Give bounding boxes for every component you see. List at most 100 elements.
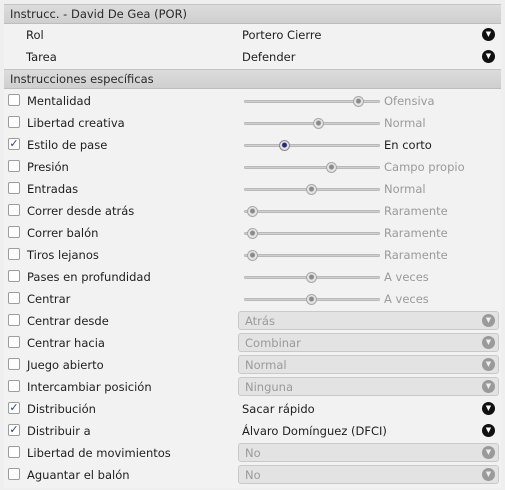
instruction-row: Pases en profundidad A veces	[4, 266, 501, 288]
slider-handle[interactable]	[306, 294, 317, 305]
instruction-checkbox[interactable]	[8, 248, 20, 260]
instruction-dropdown[interactable]: No ▼	[238, 443, 499, 462]
instruction-slider[interactable]	[244, 272, 380, 283]
instruction-checkbox[interactable]	[8, 160, 20, 172]
dropdown-value: Normal	[245, 358, 287, 372]
instruction-row: Libertad de movimientos No ▼	[4, 442, 501, 464]
duty-row[interactable]: Tarea Defender ▼	[4, 46, 501, 68]
instruction-label: Correr balón	[27, 226, 99, 240]
instruction-checkbox[interactable]	[8, 468, 20, 480]
instruction-label: Juego abierto	[27, 358, 104, 372]
instruction-slider[interactable]	[244, 184, 380, 195]
instruction-slider[interactable]	[244, 162, 380, 173]
instruction-checkbox[interactable]: ✓	[8, 424, 20, 436]
role-row[interactable]: Rol Portero Cierre ▼	[4, 24, 501, 46]
instruction-checkbox[interactable]	[8, 380, 20, 392]
instruction-checkbox[interactable]: ✓	[8, 138, 20, 150]
chevron-down-icon[interactable]: ▼	[482, 468, 495, 481]
chevron-down-icon[interactable]: ▼	[482, 446, 495, 459]
slider-value: Raramente	[384, 204, 448, 218]
role-value[interactable]: Portero Cierre	[242, 28, 321, 42]
dropdown-value: Ninguna	[245, 380, 294, 394]
instruction-checkbox[interactable]	[8, 270, 20, 282]
instruction-slider[interactable]	[244, 250, 380, 261]
instruction-checkbox[interactable]	[8, 182, 20, 194]
instruction-slider[interactable]	[244, 228, 380, 239]
instruction-row: Libertad creativa Normal	[4, 112, 501, 134]
instruction-dropdown[interactable]: No ▼	[238, 465, 499, 484]
instruction-row: Correr desde atrás Raramente	[4, 200, 501, 222]
slider-handle[interactable]	[247, 206, 259, 217]
slider-value: A veces	[384, 270, 429, 284]
instruction-slider[interactable]	[244, 118, 380, 129]
slider-value: Normal	[384, 182, 426, 196]
chevron-down-icon[interactable]: ▼	[482, 314, 495, 327]
slider-value: Raramente	[384, 226, 448, 240]
slider-handle[interactable]	[247, 250, 259, 261]
instruction-label: Distribuir a	[27, 424, 91, 438]
duty-value[interactable]: Defender	[242, 50, 295, 64]
instruction-row: ✓ Estilo de pase En corto	[4, 134, 501, 156]
instruction-checkbox[interactable]	[8, 314, 20, 326]
instruction-checkbox[interactable]	[8, 292, 20, 304]
instruction-checkbox[interactable]	[8, 358, 20, 370]
instruction-slider[interactable]	[244, 206, 380, 217]
instruction-checkbox[interactable]	[8, 226, 20, 238]
panel-title: Instrucc. - David De Gea (POR)	[4, 4, 501, 24]
slider-handle[interactable]	[279, 140, 291, 151]
slider-value: Campo propio	[384, 160, 465, 174]
slider-handle[interactable]	[326, 162, 338, 173]
instruction-checkbox[interactable]: ✓	[8, 402, 20, 414]
instruction-label: Libertad de movimientos	[27, 446, 171, 460]
checkmark-icon: ✓	[9, 423, 19, 436]
slider-value: Ofensiva	[384, 94, 435, 108]
instruction-label: Mentalidad	[27, 94, 91, 108]
instruction-checkbox[interactable]	[8, 116, 20, 128]
checkmark-icon: ✓	[9, 137, 19, 150]
dropdown-value: Combinar	[245, 336, 301, 350]
instruction-label: Centrar desde	[27, 314, 109, 328]
instruction-row: Mentalidad Ofensiva	[4, 90, 501, 112]
slider-value: Normal	[384, 116, 426, 130]
instruction-label: Estilo de pase	[27, 138, 108, 152]
instruction-label: Entradas	[27, 182, 79, 196]
instruction-row: Centrar hacia Combinar ▼	[4, 332, 501, 354]
chevron-down-icon[interactable]: ▼	[482, 336, 495, 349]
slider-value: A veces	[384, 292, 429, 306]
slider-handle[interactable]	[306, 272, 317, 283]
instruction-dropdown[interactable]: Normal ▼	[238, 355, 499, 374]
instruction-label: Centrar hacia	[27, 336, 105, 350]
chevron-down-icon[interactable]: ▼	[482, 28, 495, 41]
instruction-slider[interactable]	[244, 96, 380, 107]
chevron-down-icon[interactable]: ▼	[482, 424, 495, 437]
instruction-dropdown[interactable]: Ninguna ▼	[238, 377, 499, 396]
instruction-row: Correr balón Raramente	[4, 222, 501, 244]
slider-handle[interactable]	[306, 184, 317, 195]
chevron-down-icon[interactable]: ▼	[482, 380, 495, 393]
instruction-row: ✓ Distribuir a Álvaro Domínguez (DFCI) ▼	[4, 420, 501, 442]
specific-instructions-header: Instrucciones específicas	[4, 69, 501, 89]
instruction-dropdown[interactable]: Atrás ▼	[238, 311, 499, 330]
slider-value: Raramente	[384, 248, 448, 262]
role-label: Rol	[26, 28, 44, 42]
slider-handle[interactable]	[352, 96, 364, 107]
instruction-checkbox[interactable]	[8, 336, 20, 348]
slider-value: En corto	[384, 138, 432, 152]
instruction-label: Pases en profundidad	[27, 270, 151, 284]
chevron-down-icon[interactable]: ▼	[482, 50, 495, 63]
instruction-checkbox[interactable]	[8, 204, 20, 216]
instruction-slider[interactable]	[244, 140, 380, 151]
instruction-dropdown[interactable]: Combinar ▼	[238, 333, 499, 352]
instruction-checkbox[interactable]	[8, 446, 20, 458]
selected-value[interactable]: Sacar rápido	[242, 402, 315, 416]
instruction-row: Centrar desde Atrás ▼	[4, 310, 501, 332]
chevron-down-icon[interactable]: ▼	[482, 358, 495, 371]
instruction-row: Tiros lejanos Raramente	[4, 244, 501, 266]
instruction-checkbox[interactable]	[8, 94, 20, 106]
slider-handle[interactable]	[247, 228, 259, 239]
slider-handle[interactable]	[312, 118, 324, 129]
selected-value[interactable]: Álvaro Domínguez (DFCI)	[242, 424, 387, 438]
instruction-slider[interactable]	[244, 294, 380, 305]
instruction-row: Entradas Normal	[4, 178, 501, 200]
chevron-down-icon[interactable]: ▼	[482, 402, 495, 415]
